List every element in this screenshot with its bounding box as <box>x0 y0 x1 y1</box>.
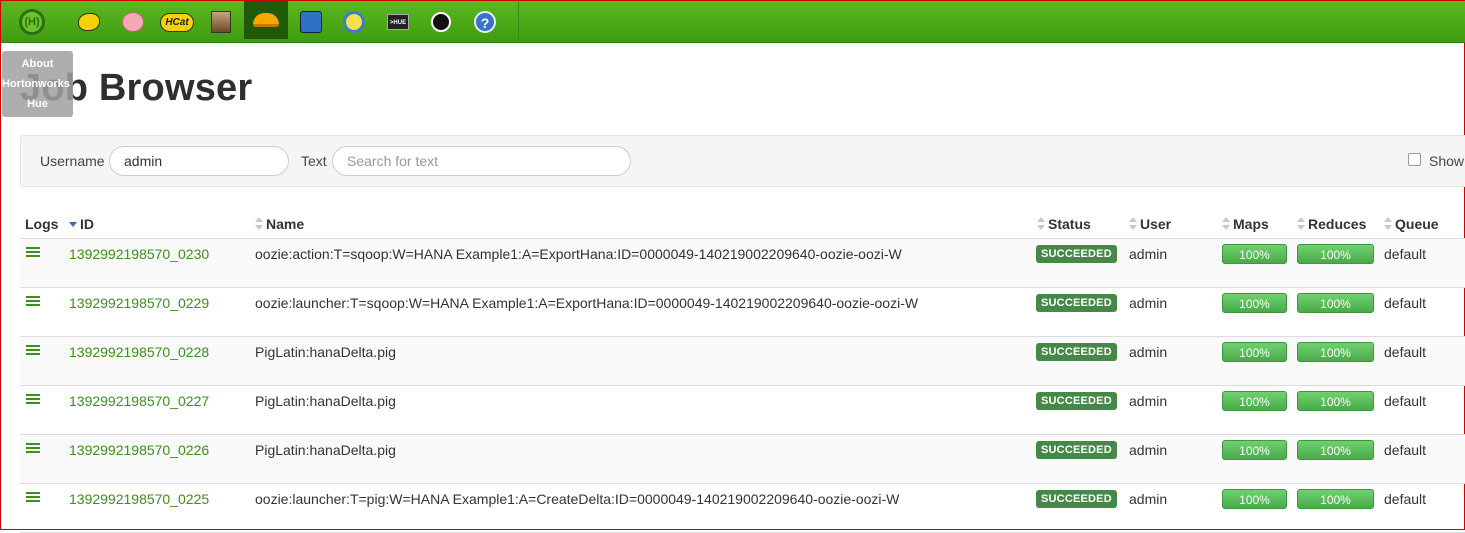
top-navbar: (H) HCat >HUE ? <box>1 1 1465 43</box>
job-name: PigLatin:hanaDelta.pig <box>255 344 396 360</box>
logs-icon[interactable] <box>26 443 40 455</box>
job-user: admin <box>1129 344 1168 360</box>
logs-icon[interactable] <box>26 345 40 357</box>
maps-progress-bar: 100% <box>1222 391 1287 411</box>
job-name: oozie:launcher:T=pig:W=HANA Example1:A=C… <box>255 491 900 507</box>
column-header-id[interactable]: ID <box>69 216 94 232</box>
show-checkbox[interactable] <box>1408 153 1421 166</box>
sort-icon <box>1384 217 1392 231</box>
job-user: admin <box>1129 491 1168 507</box>
job-id-link[interactable]: 1392992198570_0227 <box>69 393 209 409</box>
about-tooltip-line: About <box>21 58 54 70</box>
table-row: 1392992198570_0230 oozie:action:T=sqoop:… <box>20 239 1465 288</box>
reduces-progress-bar: 100% <box>1297 244 1374 264</box>
reduces-progress-bar: 100% <box>1297 489 1374 509</box>
maps-progress-bar: 100% <box>1222 440 1287 460</box>
column-header-logs[interactable]: Logs <box>25 216 58 232</box>
logs-icon[interactable] <box>26 296 40 308</box>
column-header-maps[interactable]: Maps <box>1222 216 1269 232</box>
status-badge: SUCCEEDED <box>1036 294 1117 312</box>
column-header-status[interactable]: Status <box>1037 216 1091 232</box>
reduces-progress-bar: 100% <box>1297 440 1374 460</box>
about-tooltip-line: Hortonworks <box>2 78 70 90</box>
table-row: 1392992198570_0229 oozie:launcher:T=sqoo… <box>20 288 1465 337</box>
maps-progress-bar: 100% <box>1222 293 1287 313</box>
sort-icon <box>1129 217 1137 231</box>
navbar-divider <box>518 1 519 41</box>
job-queue: default <box>1384 246 1427 262</box>
table-header: Logs ID Name Status User Maps Reduces Qu… <box>20 207 1465 239</box>
maps-progress-bar: 100% <box>1222 489 1287 509</box>
show-label: Show <box>1429 153 1465 169</box>
job-user: admin <box>1129 246 1168 262</box>
maps-progress-bar: 100% <box>1222 342 1287 362</box>
job-id-link[interactable]: 1392992198570_0229 <box>69 295 209 311</box>
text-search-input[interactable] <box>332 146 631 176</box>
username-label: Username <box>40 153 105 169</box>
sort-icon <box>1222 217 1230 231</box>
beeswax-icon[interactable] <box>73 6 105 38</box>
job-name: PigLatin:hanaDelta.pig <box>255 393 396 409</box>
oozie-editor-icon[interactable] <box>295 6 327 38</box>
table-row: 1392992198570_0228 PigLatin:hanaDelta.pi… <box>20 337 1465 386</box>
maps-progress-bar: 100% <box>1222 244 1287 264</box>
reduces-progress-bar: 100% <box>1297 391 1374 411</box>
about-tooltip: About Hortonworks Hue <box>2 51 73 117</box>
job-id-link[interactable]: 1392992198570_0230 <box>69 246 209 262</box>
job-queue: default <box>1384 491 1427 507</box>
status-badge: SUCCEEDED <box>1036 441 1117 459</box>
table-row: 1392992198570_0226 PigLatin:hanaDelta.pi… <box>20 435 1465 484</box>
status-badge: SUCCEEDED <box>1036 343 1117 361</box>
reduces-progress-bar: 100% <box>1297 342 1374 362</box>
status-badge: SUCCEEDED <box>1036 392 1117 410</box>
job-id-link[interactable]: 1392992198570_0228 <box>69 344 209 360</box>
logs-icon[interactable] <box>26 247 40 259</box>
sort-icon <box>1297 217 1305 231</box>
hue-home-icon[interactable]: (H) <box>16 6 48 38</box>
sort-desc-icon <box>69 217 77 231</box>
user-admin-icon[interactable] <box>425 6 457 38</box>
shell-icon[interactable]: >HUE <box>382 6 414 38</box>
job-queue: default <box>1384 295 1427 311</box>
jobs-table: Logs ID Name Status User Maps Reduces Qu… <box>20 207 1465 533</box>
column-header-queue[interactable]: Queue <box>1384 216 1439 232</box>
status-badge: SUCCEEDED <box>1036 490 1117 508</box>
file-browser-icon[interactable] <box>205 6 237 38</box>
column-header-user[interactable]: User <box>1129 216 1171 232</box>
hcatalog-icon[interactable]: HCat <box>160 6 194 38</box>
job-queue: default <box>1384 393 1427 409</box>
status-badge: SUCCEEDED <box>1036 245 1117 263</box>
column-header-name[interactable]: Name <box>255 216 304 232</box>
job-name: oozie:launcher:T=sqoop:W=HANA Example1:A… <box>255 295 919 311</box>
job-designer-icon[interactable] <box>338 6 370 38</box>
job-name: oozie:action:T=sqoop:W=HANA Example1:A=E… <box>255 246 902 262</box>
sort-icon <box>255 217 263 231</box>
job-name: PigLatin:hanaDelta.pig <box>255 442 396 458</box>
text-label: Text <box>301 153 327 169</box>
job-id-link[interactable]: 1392992198570_0226 <box>69 442 209 458</box>
job-browser-icon[interactable] <box>244 1 288 39</box>
about-tooltip-line: Hue <box>27 98 48 110</box>
reduces-progress-bar: 100% <box>1297 293 1374 313</box>
logs-icon[interactable] <box>26 492 40 504</box>
pig-icon[interactable] <box>117 6 149 38</box>
sort-icon <box>1037 217 1045 231</box>
table-row: 1392992198570_0227 PigLatin:hanaDelta.pi… <box>20 386 1465 435</box>
filter-bar: Username Text Show <box>20 135 1465 187</box>
job-user: admin <box>1129 442 1168 458</box>
job-queue: default <box>1384 344 1427 360</box>
help-icon[interactable]: ? <box>469 6 501 38</box>
job-queue: default <box>1384 442 1427 458</box>
job-id-link[interactable]: 1392992198570_0225 <box>69 491 209 507</box>
column-header-reduces[interactable]: Reduces <box>1297 216 1366 232</box>
username-input[interactable] <box>109 146 289 176</box>
logs-icon[interactable] <box>26 394 40 406</box>
table-row: 1392992198570_0225 oozie:launcher:T=pig:… <box>20 484 1465 533</box>
job-user: admin <box>1129 393 1168 409</box>
job-user: admin <box>1129 295 1168 311</box>
